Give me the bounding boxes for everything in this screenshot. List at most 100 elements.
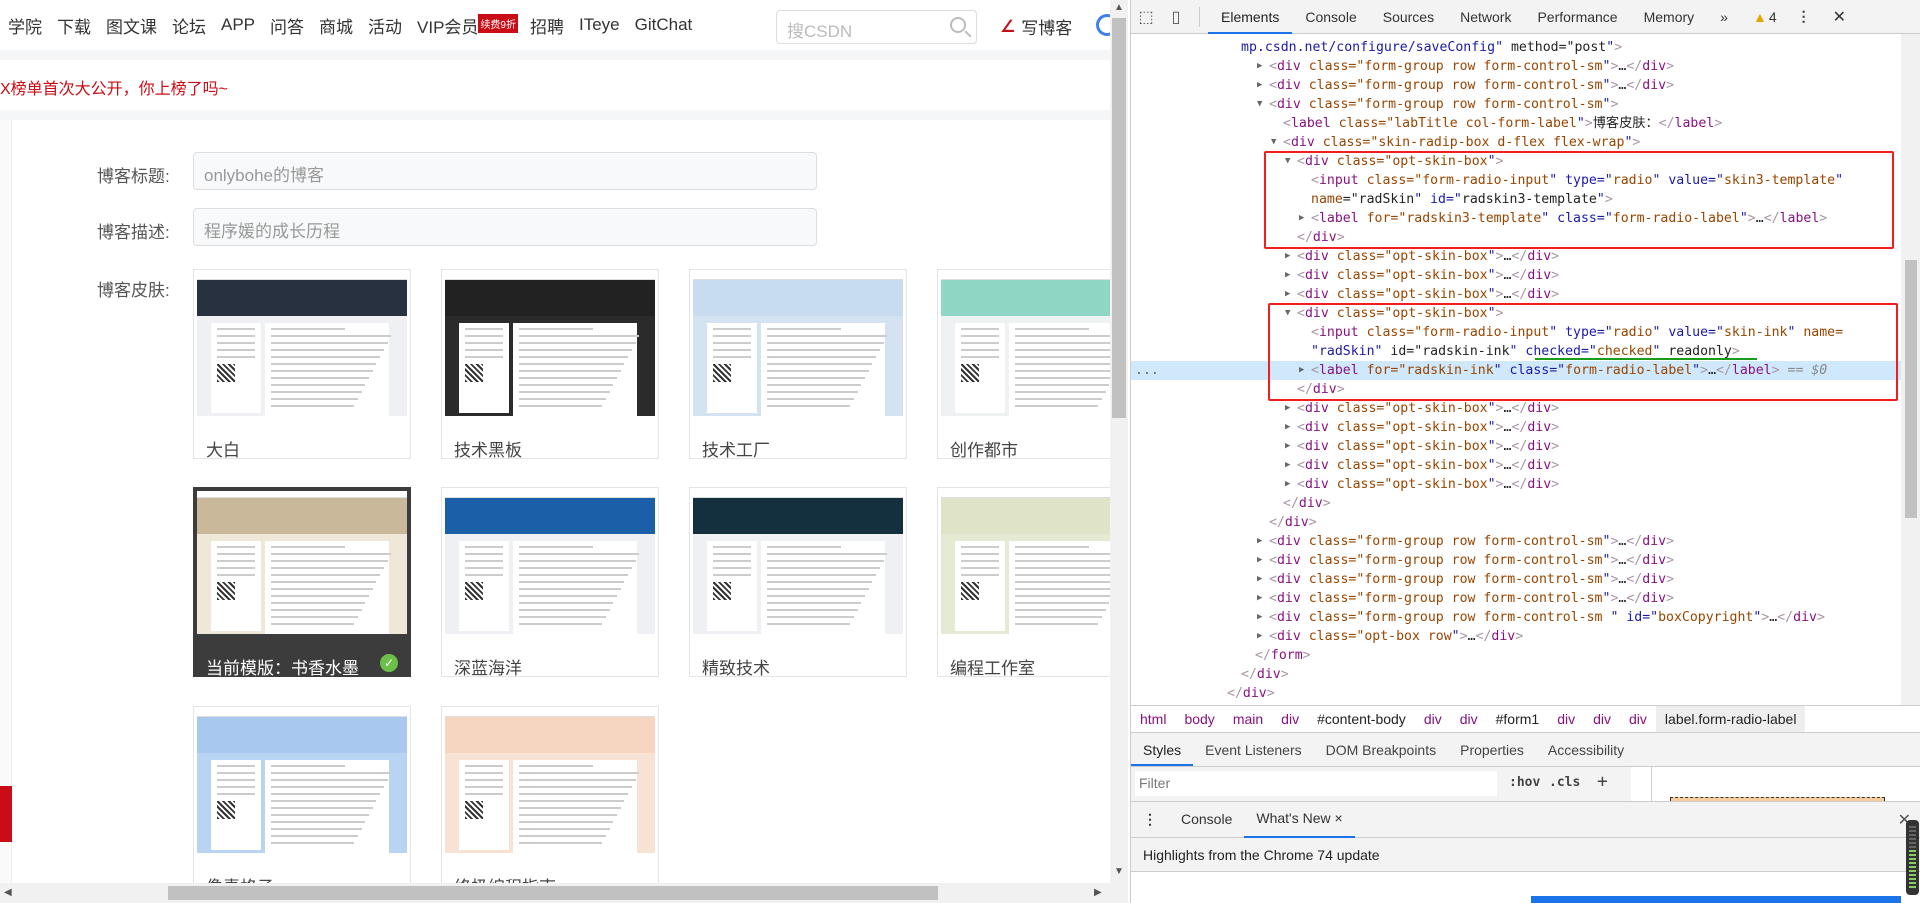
dom-node[interactable]: ▶ <div class="opt-skin-box">…</div> [1131, 247, 1901, 266]
breadcrumb-item[interactable]: div [1548, 711, 1584, 727]
skin-card[interactable]: 技术黑板 [441, 269, 659, 460]
nav-item[interactable]: 学院 [8, 13, 42, 38]
expand-arrow-icon[interactable]: ▶ [1257, 532, 1262, 551]
expand-arrow-icon[interactable]: ▶ [1285, 475, 1290, 494]
dom-node[interactable]: ▶ <div class="form-group row form-control… [1131, 570, 1901, 589]
styles-tab[interactable]: Event Listeners [1193, 733, 1314, 766]
nav-item[interactable]: 问答 [270, 13, 304, 38]
styles-tab[interactable]: Properties [1448, 733, 1536, 766]
nav-item[interactable]: APP [221, 15, 255, 35]
dom-node[interactable]: ▶ <div class="opt-skin-box">…</div> [1131, 437, 1901, 456]
collapse-arrow-icon[interactable]: ▼ [1257, 95, 1262, 114]
skin-card[interactable]: 终极编程指南 [441, 706, 659, 883]
styles-tab[interactable]: Styles [1131, 733, 1194, 766]
dom-node[interactable]: </div> [1131, 684, 1901, 703]
expand-arrow-icon[interactable]: ▶ [1285, 437, 1290, 456]
dom-node[interactable]: </div> [1131, 494, 1901, 513]
tab-performance[interactable]: Performance [1524, 0, 1630, 34]
dom-node[interactable]: <label class="labTitle col-form-label">博… [1131, 114, 1901, 133]
nav-item[interactable]: 图文课 [106, 13, 157, 38]
expand-arrow-icon[interactable]: ▶ [1285, 456, 1290, 475]
skin-thumbnail[interactable] [197, 273, 407, 416]
styles-tab[interactable]: DOM Breakpoints [1314, 733, 1448, 766]
dom-node[interactable]: ▶ <div class="form-group row form-control… [1131, 608, 1901, 627]
expand-arrow-icon[interactable]: ▶ [1257, 76, 1262, 95]
expand-arrow-icon[interactable]: ▶ [1257, 608, 1262, 627]
dom-node[interactable]: ▶ <div class="opt-skin-box">…</div> [1131, 456, 1901, 475]
skin-thumbnail[interactable] [197, 491, 407, 634]
cls-toggle[interactable]: .cls [1549, 775, 1580, 790]
collapse-arrow-icon[interactable]: ▼ [1271, 133, 1276, 152]
dom-node[interactable]: ▶ <div class="form-group row form-control… [1131, 551, 1901, 570]
dom-node[interactable]: ▶ <div class="opt-skin-box">…</div> [1131, 475, 1901, 494]
hov-toggle[interactable]: :hov [1509, 775, 1540, 790]
expand-arrow-icon[interactable]: ▶ [1285, 285, 1290, 304]
skin-card[interactable]: 创作都市 [937, 269, 1110, 460]
scroll-thumb[interactable] [1905, 260, 1917, 518]
scroll-thumb[interactable] [1112, 18, 1126, 418]
skin-card[interactable]: 编程工作室 [937, 487, 1110, 678]
expand-arrow-icon[interactable]: ▶ [1257, 627, 1262, 646]
dom-node[interactable]: ▶ <div class="form-group row form-control… [1131, 589, 1901, 608]
dom-node[interactable]: ▶ <div class="opt-skin-box">…</div> [1131, 285, 1901, 304]
skin-card[interactable]: 大白 [193, 269, 411, 460]
nav-item[interactable]: 招聘 [530, 13, 564, 38]
expand-arrow-icon[interactable]: ▶ [1285, 247, 1290, 266]
side-red-tab[interactable] [0, 786, 12, 842]
skin-card[interactable]: 精致技术 [689, 487, 907, 678]
blog-title-input[interactable]: onlybohe的博客 [193, 152, 817, 190]
skin-thumbnail[interactable] [693, 273, 903, 416]
tab-console[interactable]: Console [1292, 0, 1369, 34]
skin-card[interactable]: 技术工厂 [689, 269, 907, 460]
expand-arrow-icon[interactable]: ▶ [1257, 570, 1262, 589]
skin-thumbnail[interactable] [693, 491, 903, 634]
breadcrumb-item[interactable]: html [1131, 711, 1175, 727]
device-toolbar-icon[interactable]: ▯ [1161, 7, 1191, 27]
expand-arrow-icon[interactable]: ▶ [1285, 266, 1290, 285]
dom-node[interactable]: ▶ <div class="form-group row form-control… [1131, 532, 1901, 551]
search-icon[interactable] [950, 17, 966, 33]
expand-arrow-icon[interactable]: ▶ [1285, 418, 1290, 437]
nav-item[interactable]: GitChat [635, 15, 693, 35]
dom-node[interactable]: ▶ <div class="opt-skin-box">…</div> [1131, 266, 1901, 285]
breadcrumb-item[interactable]: div [1415, 711, 1451, 727]
dom-node[interactable]: </form> [1131, 646, 1901, 665]
tab-sources[interactable]: Sources [1370, 0, 1447, 34]
tab-elements[interactable]: Elements [1208, 0, 1293, 34]
scroll-left-icon[interactable]: ◀ [4, 887, 12, 898]
expand-arrow-icon[interactable]: ▶ [1257, 589, 1262, 608]
dom-node[interactable]: ▶ <div class="opt-skin-box">…</div> [1131, 399, 1901, 418]
dom-node[interactable]: ▶ <div class="form-group row form-control… [1131, 76, 1901, 95]
drawer-menu-icon[interactable]: ⋮ [1131, 811, 1169, 828]
nav-item[interactable]: 活动 [368, 13, 402, 38]
styles-tab[interactable]: Accessibility [1536, 733, 1636, 766]
expand-arrow-icon[interactable]: ▶ [1285, 399, 1290, 418]
scroll-right-icon[interactable]: ▶ [1094, 887, 1102, 898]
breadcrumb-item[interactable]: div [1272, 711, 1308, 727]
tab-memory[interactable]: Memory [1631, 0, 1708, 34]
breadcrumb-item[interactable]: div [1584, 711, 1620, 727]
warning-count[interactable]: 4 [1769, 9, 1777, 25]
new-rule-button[interactable]: + [1597, 771, 1608, 792]
dom-node[interactable]: ▶ <div class="opt-skin-box">…</div> [1131, 418, 1901, 437]
dom-node[interactable]: ▶ <div class="form-group row form-control… [1131, 57, 1901, 76]
kebab-menu-icon[interactable]: ⋮ [1797, 8, 1811, 25]
nav-item[interactable]: 论坛 [172, 13, 206, 38]
tab-network[interactable]: Network [1447, 0, 1524, 34]
nav-item[interactable]: 下载 [57, 13, 91, 38]
breadcrumb-item[interactable]: main [1224, 711, 1272, 727]
skin-card[interactable]: 当前模版：书香水墨 ✓ [193, 487, 411, 678]
blog-desc-input[interactable]: 程序媛的成长历程 [193, 208, 817, 246]
dom-node[interactable]: </div> [1131, 665, 1901, 684]
skin-card[interactable]: 像素格子 [193, 706, 411, 883]
page-horizontal-scrollbar[interactable]: ◀ ▶ [0, 883, 1128, 903]
page-vertical-scrollbar[interactable]: ▲ ▼ [1110, 0, 1128, 883]
dom-node[interactable]: ▶ <div class="opt-box row">…</div> [1131, 627, 1901, 646]
scroll-up-icon[interactable]: ▲ [1114, 2, 1124, 13]
skin-thumbnail[interactable] [445, 273, 655, 416]
ellipsis-menu-icon[interactable]: ... [1135, 361, 1159, 380]
scroll-down-icon[interactable]: ▼ [1114, 866, 1124, 877]
skin-thumbnail[interactable] [197, 710, 407, 853]
nav-item[interactable]: 商城 [319, 13, 353, 38]
breadcrumb-item[interactable]: #form1 [1487, 711, 1549, 727]
